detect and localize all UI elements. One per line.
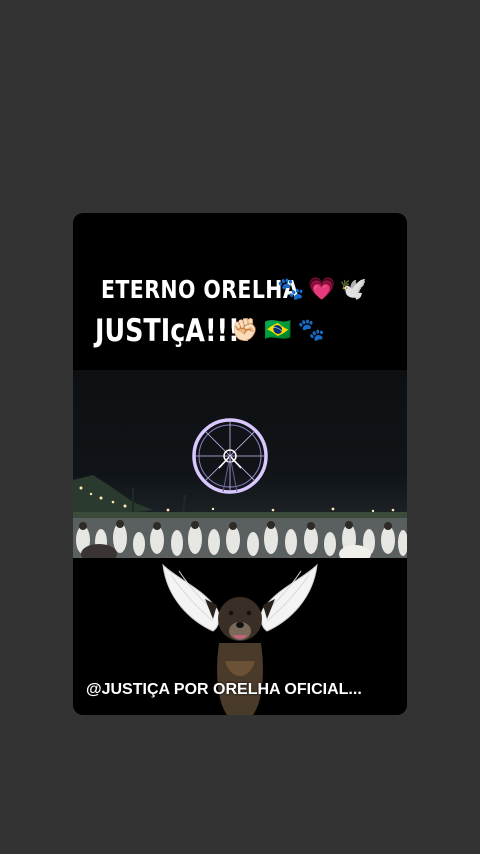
ferris-wheel [192,418,268,494]
vigil-photo [73,370,407,564]
title-justica: JUSTIçA!!!! [95,313,252,349]
dove-icon: 🕊️ [339,276,368,301]
vigil-photo-illustration [73,418,407,564]
raised-fist-icon: ✊🏻 [231,317,259,342]
justica-emojis: ✊🏻 🇧🇷 🐾 [231,317,325,343]
brazil-flag-icon: 🇧🇷 [264,317,292,342]
story-card[interactable]: ETERNO ORELHA 🐾 💗 🕊️ JUSTIçA!!!! ✊🏻 🇧🇷 🐾 [73,213,407,715]
account-caption[interactable]: @JUSTIÇA POR ORELHA OFICIAL... [86,681,362,699]
title-eterno-orelha: ETERNO ORELHA [101,275,300,304]
paw-prints-icon: 🐾 [277,276,305,301]
pink-heart-icon: 💗 [308,276,336,301]
paw-prints-icon: 🐾 [297,317,326,342]
crowd [73,518,407,564]
title-emojis: 🐾 💗 🕊️ [277,276,367,302]
